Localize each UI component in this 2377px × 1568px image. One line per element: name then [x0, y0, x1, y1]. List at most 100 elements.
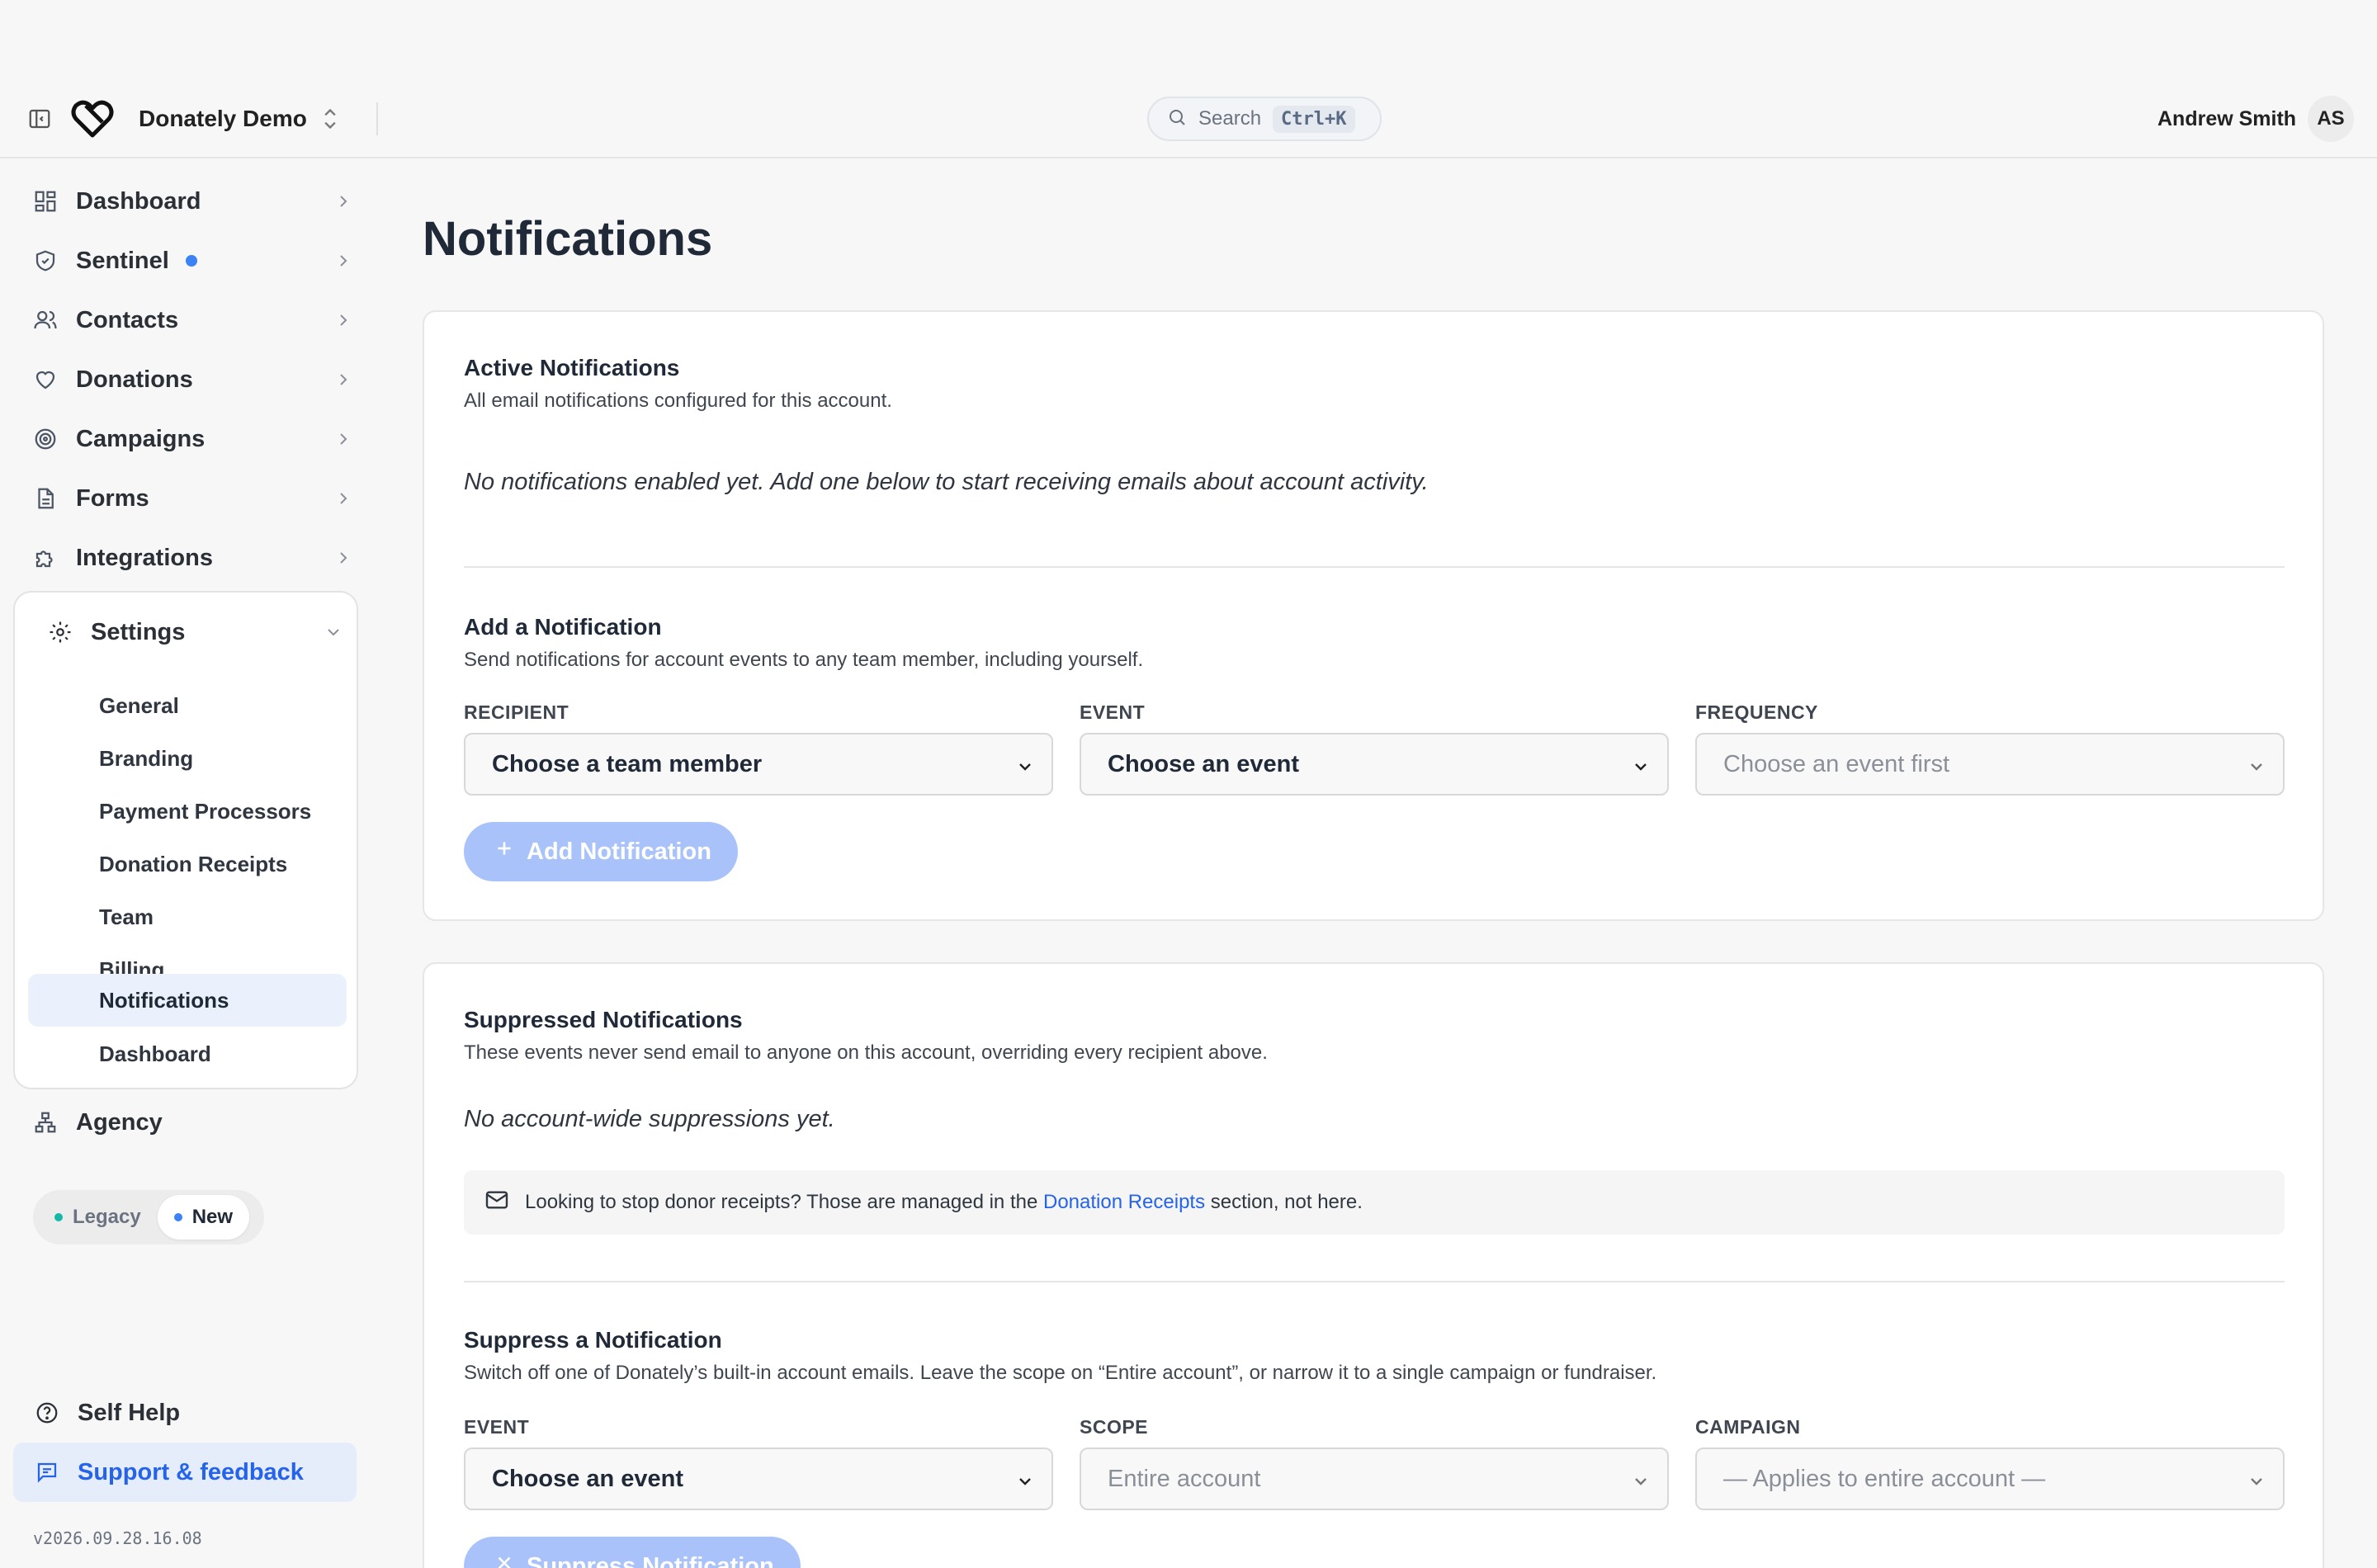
- page-title: Notifications: [423, 212, 713, 266]
- chevron-right-icon: [333, 191, 353, 211]
- hierarchy-icon: [31, 1108, 59, 1136]
- suppressed-description: These events never send email to anyone …: [464, 1041, 1268, 1064]
- active-notifications-title: Active Notifications: [464, 355, 680, 380]
- sidebar-toggle-icon[interactable]: [25, 104, 54, 134]
- recipient-select-value: Choose a team member: [492, 750, 763, 777]
- grid-icon: [31, 187, 59, 215]
- settings-group: Settings General Branding Payment Proces…: [13, 591, 358, 1089]
- recipient-label: RECIPIENT: [464, 701, 569, 723]
- shield-icon: [31, 247, 59, 275]
- event-label: EVENT: [1080, 701, 1146, 723]
- settings-item-general[interactable]: General: [28, 680, 347, 731]
- chevron-updown-icon[interactable]: [319, 104, 342, 134]
- top-bar: Donately Demo Search Ctrl+K Andrew Smith…: [0, 79, 2377, 158]
- chevron-down-icon: [1015, 756, 1035, 776]
- info-prefix: Looking to stop donor receipts? Those ar…: [525, 1191, 1038, 1213]
- add-notification-description: Send notifications for account events to…: [464, 649, 1144, 671]
- sidebar-item-agency[interactable]: Agency: [31, 1098, 353, 1147]
- chevron-right-icon: [333, 429, 353, 449]
- chevron-down-icon: [1631, 1471, 1651, 1490]
- sidebar-item-integrations[interactable]: Integrations: [31, 533, 353, 583]
- scope-select[interactable]: Entire account: [1080, 1448, 1669, 1510]
- suppress-event-select[interactable]: Choose an event: [464, 1448, 1053, 1510]
- self-help-link[interactable]: Self Help: [33, 1388, 355, 1438]
- sidebar-item-forms[interactable]: Forms: [31, 474, 353, 523]
- support-label: Support & feedback: [78, 1458, 304, 1485]
- recipient-select[interactable]: Choose a team member: [464, 733, 1053, 796]
- info-suffix: section, not here.: [1210, 1191, 1363, 1213]
- add-notification-title: Add a Notification: [464, 614, 662, 640]
- scope-select-value: Entire account: [1108, 1465, 1261, 1492]
- frequency-select-value: Choose an event first: [1723, 750, 1950, 777]
- donor-receipts-info: Looking to stop donor receipts? Those ar…: [464, 1170, 2285, 1235]
- sidebar-item-donations[interactable]: Donations: [31, 355, 353, 404]
- ui-version-toggle: Legacy New: [33, 1190, 264, 1244]
- status-dot: [173, 1213, 182, 1221]
- divider: [464, 566, 2285, 568]
- divider: [464, 1281, 2285, 1282]
- search-shortcut: Ctrl+K: [1273, 105, 1355, 133]
- app-version: v2026.09.28.16.08: [33, 1528, 202, 1548]
- suppressed-title: Suppressed Notifications: [464, 1007, 743, 1032]
- settings-item-payment-processors[interactable]: Payment Processors: [28, 786, 347, 837]
- scope-label: SCOPE: [1080, 1416, 1149, 1438]
- self-help-label: Self Help: [78, 1399, 181, 1426]
- suppressed-empty: No account-wide suppressions yet.: [464, 1106, 835, 1132]
- sidebar-item-contacts[interactable]: Contacts: [31, 295, 353, 345]
- toggle-new[interactable]: New: [157, 1195, 250, 1240]
- avatar[interactable]: AS: [2308, 96, 2354, 142]
- frequency-label: FREQUENCY: [1695, 701, 1818, 723]
- gear-icon: [46, 618, 74, 646]
- sidebar-item-dashboard[interactable]: Dashboard: [31, 177, 353, 226]
- sidebar-item-campaigns[interactable]: Campaigns: [31, 414, 353, 464]
- user-name[interactable]: Andrew Smith: [2157, 104, 2296, 134]
- info-text: Looking to stop donor receipts? Those ar…: [525, 1191, 1363, 1214]
- sidebar-item-label: Campaigns: [76, 425, 206, 452]
- sidebar-item-label: Integrations: [76, 544, 213, 571]
- close-icon: [494, 1552, 515, 1568]
- donately-logo-icon: [69, 96, 116, 142]
- campaign-select-value: — Applies to entire account —: [1723, 1465, 2046, 1492]
- active-notifications-empty: No notifications enabled yet. Add one be…: [464, 469, 1429, 495]
- support-feedback-button[interactable]: Support & feedback: [13, 1443, 357, 1502]
- search-label: Search: [1198, 107, 1262, 130]
- sidebar-item-label: Agency: [76, 1108, 163, 1136]
- campaign-select[interactable]: — Applies to entire account —: [1695, 1448, 2285, 1510]
- settings-item-notifications[interactable]: Notifications: [28, 974, 347, 1027]
- add-notification-label: Add Notification: [527, 838, 711, 865]
- donation-receipts-link[interactable]: Donation Receipts: [1043, 1191, 1205, 1213]
- event-select[interactable]: Choose an event: [1080, 733, 1669, 796]
- heart-icon: [31, 366, 59, 394]
- puzzle-icon: [31, 544, 59, 572]
- search-button[interactable]: Search Ctrl+K: [1147, 97, 1382, 141]
- toggle-new-label: New: [191, 1206, 234, 1228]
- document-icon: [31, 484, 59, 512]
- search-icon: [1167, 107, 1187, 131]
- active-notifications-description: All email notifications configured for t…: [464, 390, 892, 412]
- settings-item-dashboard[interactable]: Dashboard: [28, 1028, 347, 1079]
- sidebar-item-label: Forms: [76, 484, 149, 512]
- settings-item-branding[interactable]: Branding: [28, 733, 347, 784]
- settings-item-team[interactable]: Team: [28, 891, 347, 942]
- add-notification-button[interactable]: Add Notification: [464, 822, 738, 881]
- users-icon: [31, 306, 59, 334]
- status-dot: [54, 1213, 63, 1221]
- mail-icon: [484, 1187, 510, 1219]
- notifications-card: Active Notifications All email notificat…: [423, 310, 2324, 921]
- toggle-legacy-label: Legacy: [73, 1206, 141, 1228]
- event-select-value: Choose an event: [1108, 750, 1300, 777]
- sidebar-item-sentinel[interactable]: Sentinel: [31, 236, 353, 286]
- org-name[interactable]: Donately Demo: [139, 102, 307, 135]
- chevron-right-icon: [333, 489, 353, 508]
- suppress-event-select-value: Choose an event: [492, 1465, 684, 1492]
- toggle-legacy[interactable]: Legacy: [38, 1195, 158, 1240]
- campaign-label: CAMPAIGN: [1695, 1416, 1801, 1438]
- suppress-notification-button[interactable]: Suppress Notification: [464, 1537, 801, 1568]
- target-icon: [31, 425, 59, 453]
- sidebar-item-settings[interactable]: Settings: [46, 611, 343, 654]
- frequency-select[interactable]: Choose an event first: [1695, 733, 2285, 796]
- suppress-notification-description: Switch off one of Donately’s built-in ac…: [464, 1362, 1657, 1384]
- settings-item-donation-receipts[interactable]: Donation Receipts: [28, 838, 347, 890]
- sidebar-item-label: Donations: [76, 366, 193, 393]
- chevron-down-icon: [2247, 756, 2266, 776]
